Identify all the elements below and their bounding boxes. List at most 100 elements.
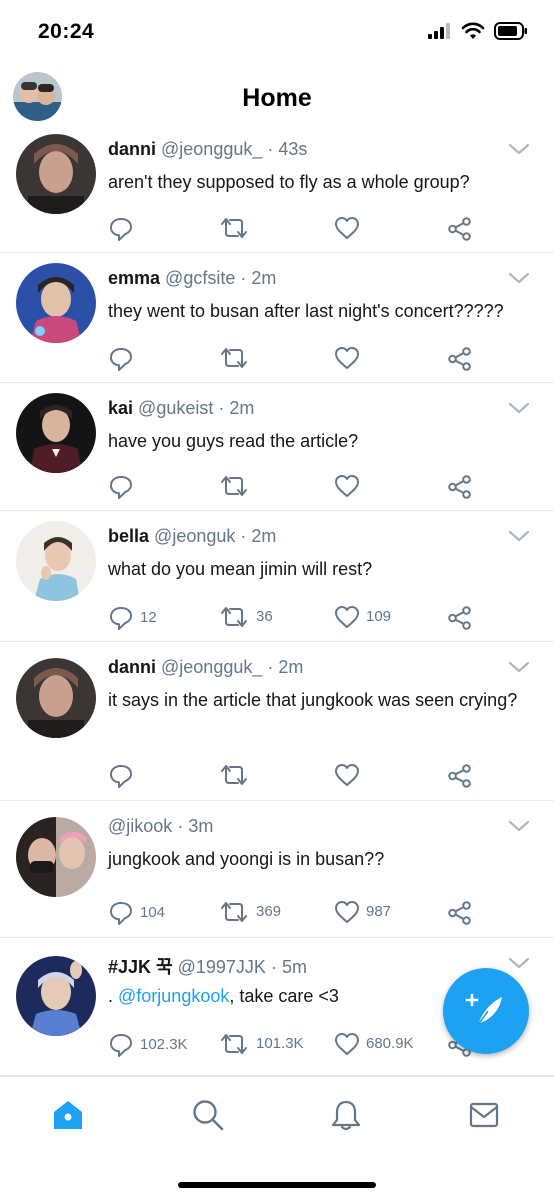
tweet-text: it says in the article that jungkook was… — [108, 690, 518, 710]
share-button[interactable] — [447, 900, 473, 926]
handle[interactable]: @jeongguk_ — [161, 139, 262, 159]
handle[interactable]: @jikook — [108, 816, 172, 836]
avatar[interactable] — [16, 817, 96, 897]
display-name[interactable]: bella — [108, 526, 149, 546]
avatar[interactable] — [16, 393, 96, 473]
retweet-button[interactable]: 369 — [218, 900, 281, 924]
retweet-button[interactable]: 101.3K — [218, 1032, 304, 1056]
display-name[interactable]: danni — [108, 139, 156, 159]
heart-icon — [335, 347, 359, 369]
avatar[interactable] — [16, 134, 96, 214]
text-suffix: , take care <3 — [229, 986, 339, 1006]
reply-icon — [110, 218, 132, 241]
tweet[interactable]: kai @gukeist · 2m have you guys read the… — [0, 383, 554, 511]
chevron-down-icon[interactable] — [508, 271, 530, 285]
handle[interactable]: @gcfsite — [165, 268, 235, 288]
heart-icon — [335, 764, 359, 786]
tweet[interactable]: @jikook · 3m jungkook and yoongi is in b… — [0, 801, 554, 938]
reply-button[interactable]: 12 — [108, 605, 157, 631]
separator-dot: · — [240, 268, 247, 288]
retweet-button[interactable] — [218, 216, 256, 240]
chevron-down-icon[interactable] — [508, 401, 530, 415]
text-prefix: . — [108, 986, 119, 1006]
chevron-down-icon[interactable] — [508, 142, 530, 156]
avatar[interactable] — [16, 263, 96, 343]
reply-icon — [110, 476, 132, 499]
handle[interactable]: @1997JJK — [178, 957, 266, 977]
like-button[interactable]: 680.9K — [334, 1032, 414, 1056]
tab-messages[interactable] — [464, 1095, 504, 1135]
display-name[interactable]: #JJK 꾹 — [108, 957, 173, 977]
mention-link[interactable]: @forjungkook — [118, 986, 229, 1006]
retweet-icon — [221, 902, 247, 922]
reply-button[interactable] — [108, 216, 140, 242]
tweet-header: danni @jeongguk_ · 2m — [108, 657, 303, 678]
handle[interactable]: @jeongguk_ — [161, 657, 262, 677]
avatar[interactable] — [16, 956, 96, 1036]
retweet-icon — [221, 1034, 247, 1054]
share-icon — [448, 475, 471, 499]
avatar[interactable] — [16, 658, 96, 738]
tweet[interactable]: emma @gcfsite · 2m they went to busan af… — [0, 253, 554, 383]
like-button[interactable] — [334, 346, 366, 370]
display-name[interactable]: danni — [108, 657, 156, 677]
share-icon — [448, 764, 471, 788]
tweet-text: have you guys read the article? — [108, 431, 359, 451]
like-button[interactable]: 987 — [334, 900, 391, 924]
share-icon — [448, 347, 471, 371]
search-icon — [193, 1100, 224, 1131]
share-button[interactable] — [447, 474, 473, 500]
retweet-icon — [221, 218, 247, 238]
heart-icon — [335, 217, 359, 239]
reply-button[interactable] — [108, 763, 140, 789]
retweet-button[interactable] — [218, 474, 256, 498]
like-button[interactable] — [334, 763, 366, 787]
share-button[interactable] — [447, 605, 473, 631]
heart-icon — [335, 475, 359, 497]
retweet-button[interactable] — [218, 346, 256, 370]
timestamp: 43s — [278, 139, 308, 159]
tab-search[interactable] — [188, 1095, 228, 1135]
reply-button[interactable] — [108, 474, 140, 500]
tweet[interactable]: bella @jeonguk · 2m what do you mean jim… — [0, 511, 554, 642]
reply-icon — [110, 765, 132, 788]
tweet[interactable]: danni @jeongguk_ · 2m it says in the art… — [0, 642, 554, 801]
handle[interactable]: @jeonguk — [154, 526, 235, 546]
retweet-count: 36 — [256, 608, 273, 625]
like-button[interactable] — [334, 474, 366, 498]
chevron-down-icon[interactable] — [508, 956, 530, 970]
display-name[interactable]: kai — [108, 398, 133, 418]
share-button[interactable] — [447, 763, 473, 789]
wifi-icon — [461, 22, 485, 39]
tweet-header: emma @gcfsite · 2m — [108, 268, 276, 289]
reply-button[interactable]: 102.3K — [108, 1032, 188, 1058]
timestamp: 5m — [281, 957, 307, 977]
display-name[interactable]: emma — [108, 268, 160, 288]
retweet-icon — [221, 607, 247, 627]
compose-tweet-button[interactable] — [443, 968, 529, 1054]
retweet-button[interactable]: 36 — [218, 605, 273, 629]
page-title: Home — [242, 84, 312, 112]
like-button[interactable]: 109 — [334, 605, 391, 629]
share-button[interactable] — [447, 216, 473, 242]
chevron-down-icon[interactable] — [508, 529, 530, 543]
reply-button[interactable]: 104 — [108, 900, 165, 926]
tab-notifications[interactable] — [326, 1095, 366, 1135]
like-button[interactable] — [334, 216, 366, 240]
retweet-icon — [221, 765, 247, 785]
tab-home[interactable] — [48, 1095, 88, 1135]
chevron-down-icon[interactable] — [508, 660, 530, 674]
share-button[interactable] — [447, 346, 473, 372]
tweet-actions — [108, 346, 488, 376]
like-count: 680.9K — [366, 1035, 414, 1052]
tweet-actions: 104 369 987 — [108, 900, 488, 930]
retweet-button[interactable] — [218, 763, 256, 787]
share-icon — [448, 901, 471, 925]
home-indicator[interactable] — [178, 1182, 376, 1188]
separator-dot: · — [267, 139, 274, 159]
chevron-down-icon[interactable] — [508, 819, 530, 833]
reply-button[interactable] — [108, 346, 140, 372]
tweet[interactable]: danni @jeongguk_ · 43s aren't they suppo… — [0, 124, 554, 253]
avatar[interactable] — [16, 521, 96, 601]
handle[interactable]: @gukeist — [138, 398, 213, 418]
